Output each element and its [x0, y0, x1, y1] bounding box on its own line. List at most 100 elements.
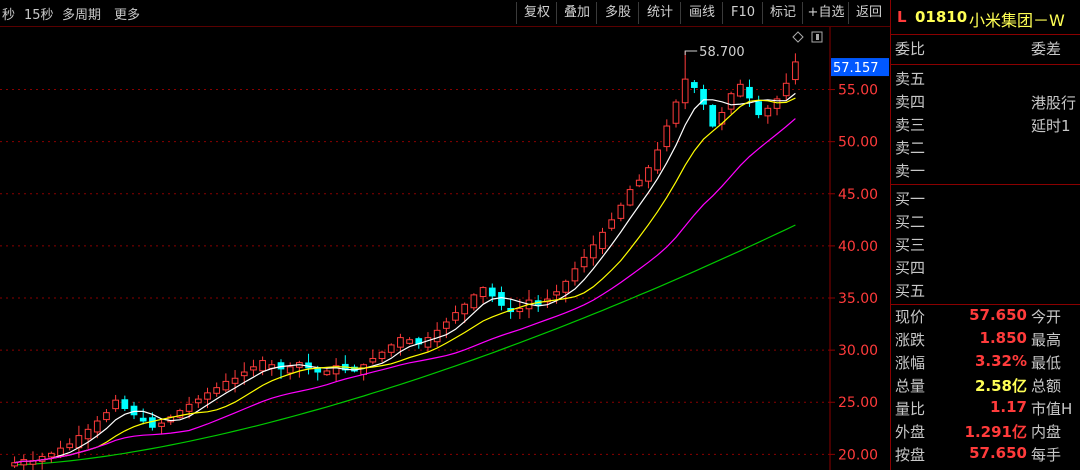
candle	[194, 395, 202, 408]
sell-level-1: 卖一	[895, 162, 926, 180]
candle-body	[617, 204, 625, 219]
add-watchlist-button[interactable]: +自选	[802, 2, 849, 24]
candle	[47, 451, 55, 463]
candle	[176, 408, 184, 419]
candle	[121, 395, 129, 411]
candle	[222, 373, 230, 393]
candle-body	[240, 371, 248, 377]
candle-body	[691, 82, 698, 88]
candle	[672, 99, 680, 128]
back-button[interactable]: 返回	[848, 2, 889, 24]
candle-body	[442, 321, 450, 329]
stat-label-secondary: 最低	[1031, 354, 1062, 372]
overlay-button[interactable]: 叠加	[556, 2, 597, 24]
candle	[158, 418, 165, 435]
y-tick-label: 45.00	[838, 187, 878, 203]
candle	[296, 360, 303, 378]
candle-body	[286, 366, 294, 374]
candle	[608, 212, 616, 231]
candle-body	[378, 351, 386, 360]
candle	[589, 235, 597, 266]
chart-toolbar: 秒 15秒 多周期 更多 复权 叠加 多股 统计 画线 F10 标记 +自选 返回	[0, 0, 890, 27]
market-note-line2: 延时1	[1031, 117, 1071, 135]
y-tick-label: 30.00	[838, 343, 878, 359]
divider	[891, 184, 1080, 185]
candle-body	[580, 256, 588, 268]
candle-body	[792, 61, 799, 81]
statistics-button[interactable]: 统计	[638, 2, 681, 24]
candle-body	[158, 422, 165, 427]
buy-level-3: 买三	[895, 236, 926, 254]
candle-body	[488, 287, 496, 297]
sell-level-2: 卖二	[895, 139, 926, 157]
candle-body	[66, 443, 74, 449]
candle	[130, 401, 138, 420]
candle	[378, 350, 386, 363]
candle-body	[764, 107, 772, 117]
candle	[645, 164, 652, 189]
candle-body	[645, 167, 652, 182]
candle-body	[663, 125, 671, 148]
candle	[406, 337, 413, 345]
candle	[213, 382, 221, 397]
stock-name: 小米集团－W	[969, 11, 1065, 30]
candle-body	[736, 83, 744, 97]
f10-button[interactable]: F10	[722, 2, 763, 24]
candle-body	[194, 398, 202, 404]
candle-body	[755, 101, 763, 116]
order-ratio-label: 委比	[895, 40, 926, 58]
candle	[341, 355, 349, 374]
sell-level-3: 卖三	[895, 116, 926, 134]
candle-body	[121, 399, 129, 410]
stat-label-secondary: 总额	[1031, 377, 1062, 395]
stock-code: 01810	[915, 8, 968, 26]
candle	[654, 142, 661, 174]
mark-button[interactable]: 标记	[762, 2, 803, 24]
candle	[755, 95, 763, 119]
candle-body	[204, 392, 211, 400]
candle-body	[11, 462, 18, 467]
candle-body	[213, 387, 221, 394]
candle	[433, 322, 441, 347]
candle	[718, 107, 726, 131]
candle	[764, 105, 772, 124]
candle-body	[259, 360, 266, 372]
candle	[323, 367, 331, 376]
multi-stock-button[interactable]: 多股	[596, 2, 639, 24]
stat-label: 涨跌	[895, 331, 926, 349]
diamond-icon	[792, 31, 804, 43]
draw-line-button[interactable]: 画线	[680, 2, 723, 24]
candle	[681, 50, 689, 110]
y-tick-label: 55.00	[838, 83, 878, 99]
stat-label-secondary: 最高	[1031, 331, 1062, 349]
buy-level-5: 买五	[895, 282, 926, 300]
period-option-3[interactable]: 更多	[114, 4, 140, 23]
buy-level-2: 买二	[895, 213, 926, 231]
stat-value: 1.291亿	[964, 423, 1027, 441]
period-option-0[interactable]: 秒	[2, 4, 15, 23]
candle-body	[112, 399, 119, 410]
candle	[479, 286, 487, 304]
candle	[773, 95, 781, 116]
candle-body	[360, 364, 368, 375]
stat-value: 1.17	[989, 398, 1027, 416]
candle-body	[323, 370, 331, 376]
panel-toggle-icon-bar	[816, 34, 819, 40]
candle-body	[479, 287, 487, 298]
candle-body	[103, 412, 110, 421]
candle	[700, 84, 707, 110]
candle	[691, 80, 698, 94]
restore-rights-button[interactable]: 复权	[516, 2, 557, 24]
market-note-line1: 港股行	[1031, 94, 1077, 112]
stat-value: 1.850	[979, 329, 1027, 347]
period-option-1[interactable]: 15秒	[24, 4, 54, 23]
period-option-2[interactable]: 多周期	[62, 4, 101, 23]
high-value-label: 58.700	[699, 45, 745, 60]
candle-body	[250, 366, 257, 371]
candle-body	[222, 380, 230, 391]
y-tick-label: 25.00	[838, 395, 878, 411]
candle	[571, 261, 579, 286]
candle-body	[608, 219, 616, 229]
candle	[38, 452, 46, 470]
y-tick-label: 50.00	[838, 135, 878, 151]
